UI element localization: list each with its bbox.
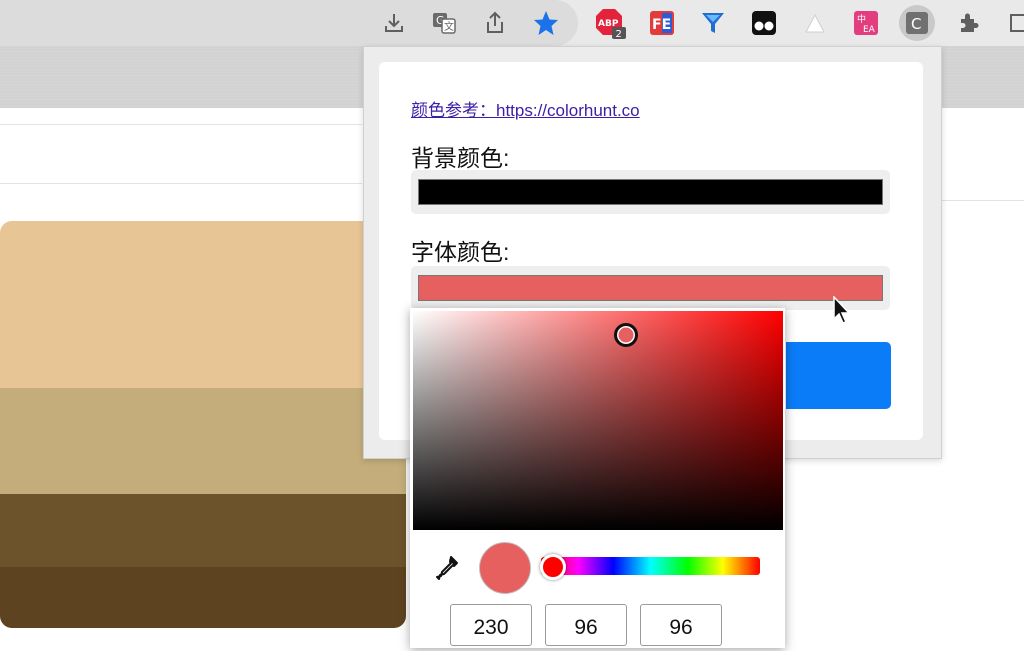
mouse-cursor-icon xyxy=(833,295,851,329)
eyedropper-icon[interactable] xyxy=(432,554,460,582)
apply-button[interactable] xyxy=(786,342,891,409)
download-icon[interactable] xyxy=(378,7,410,39)
translate-icon[interactable]: G文 xyxy=(428,7,460,39)
bookmark-star-icon[interactable] xyxy=(530,7,562,39)
color-ext-icon[interactable]: C xyxy=(899,5,935,41)
browser-toolbar: G文 ABP 2 FE 中 EA C xyxy=(0,0,1024,46)
tampermonkey-icon[interactable] xyxy=(748,7,780,39)
svg-text:文: 文 xyxy=(444,20,454,33)
divider xyxy=(0,124,362,125)
palette-swatch xyxy=(0,388,406,494)
font-color-swatch xyxy=(418,275,883,301)
funnel-icon[interactable] xyxy=(697,7,729,39)
hue-slider-handle[interactable] xyxy=(540,554,566,580)
svg-text:EA: EA xyxy=(863,25,876,35)
divider xyxy=(0,183,362,184)
color-picker-popup: 230 96 96 xyxy=(410,308,785,648)
palette-swatch xyxy=(0,221,406,388)
fe-helper-icon[interactable]: FE xyxy=(646,7,678,39)
font-color-label: 字体颜色: xyxy=(411,239,510,265)
hue-slider[interactable] xyxy=(541,557,760,575)
saturation-handle[interactable] xyxy=(614,323,638,347)
font-color-input[interactable] xyxy=(411,266,890,310)
palette-swatch xyxy=(0,567,406,628)
background-color-swatch xyxy=(418,179,883,205)
share-icon[interactable] xyxy=(479,7,511,39)
svg-text:中: 中 xyxy=(857,13,866,25)
window-icon[interactable] xyxy=(1004,7,1024,39)
background-color-label: 背景颜色: xyxy=(411,145,510,171)
translator-icon[interactable]: 中 EA xyxy=(850,7,882,39)
svg-text:FE: FE xyxy=(652,17,671,33)
triangle-icon[interactable] xyxy=(799,7,831,39)
divider xyxy=(940,200,1024,201)
color-preview-swatch xyxy=(479,542,531,594)
adblock-plus-icon[interactable]: ABP 2 xyxy=(594,7,626,39)
adblock-badge-count: 2 xyxy=(616,29,622,39)
puzzle-icon[interactable] xyxy=(953,7,985,39)
palette-swatch xyxy=(0,494,406,567)
background-color-input[interactable] xyxy=(411,170,890,214)
saturation-value-area[interactable] xyxy=(413,311,783,530)
color-reference-link[interactable]: 颜色参考：https://colorhunt.co xyxy=(411,96,640,121)
color-palette-card[interactable] xyxy=(0,221,406,628)
svg-text:C: C xyxy=(911,15,921,33)
